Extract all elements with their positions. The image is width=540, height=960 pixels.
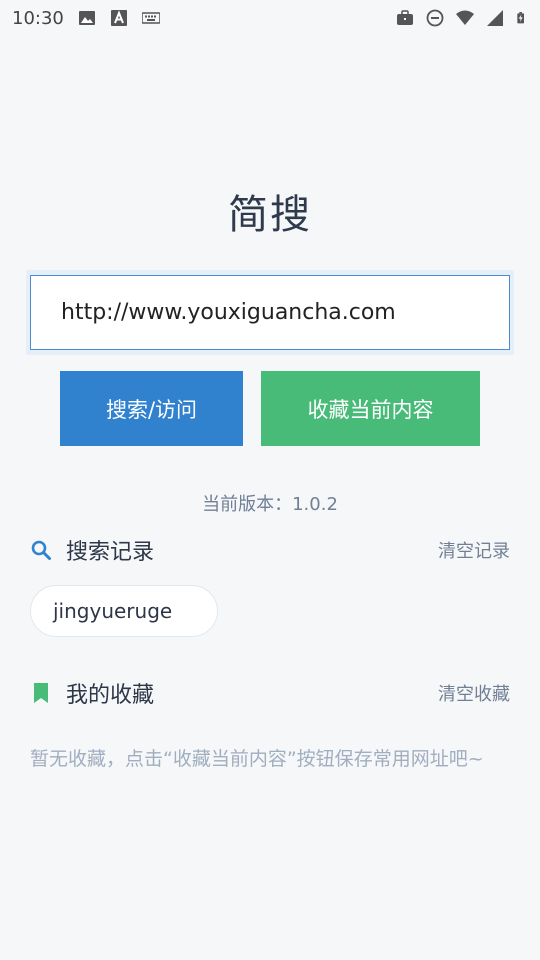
history-item[interactable]: jingyueruge (30, 585, 218, 637)
keyboard-icon (141, 12, 160, 24)
text-a-icon (110, 10, 127, 26)
dnd-icon (426, 9, 444, 27)
search-input-focus-ring (26, 270, 514, 355)
history-section-header: 搜索记录 清空记录 (30, 535, 510, 565)
bookmark-icon (34, 683, 48, 703)
search-input[interactable] (30, 275, 510, 350)
clear-favorites-button[interactable]: 清空收藏 (438, 680, 510, 706)
battery-charging-icon (517, 12, 524, 24)
favorites-empty-text: 暂无收藏，点击“收藏当前内容”按钮保存常用网址吧~ (30, 748, 484, 770)
history-title: 搜索记录 (66, 540, 155, 565)
search-icon (31, 540, 51, 560)
version-text: 当前版本：1.0.2 (202, 494, 338, 515)
wifi-icon (456, 10, 474, 25)
image-icon (78, 11, 95, 25)
favorites-title: 我的收藏 (66, 683, 155, 708)
status-bar: 10:30 (0, 0, 540, 36)
clear-history-button[interactable]: 清空记录 (438, 537, 510, 563)
briefcase-icon (397, 10, 413, 25)
app-title: 简搜 (228, 192, 312, 238)
status-time: 10:30 (12, 7, 64, 29)
favorites-section-header: 我的收藏 清空收藏 (30, 678, 510, 708)
signal-icon (487, 10, 503, 26)
search-button[interactable]: 搜索/访问 (60, 371, 243, 446)
favorite-current-button[interactable]: 收藏当前内容 (261, 371, 480, 446)
